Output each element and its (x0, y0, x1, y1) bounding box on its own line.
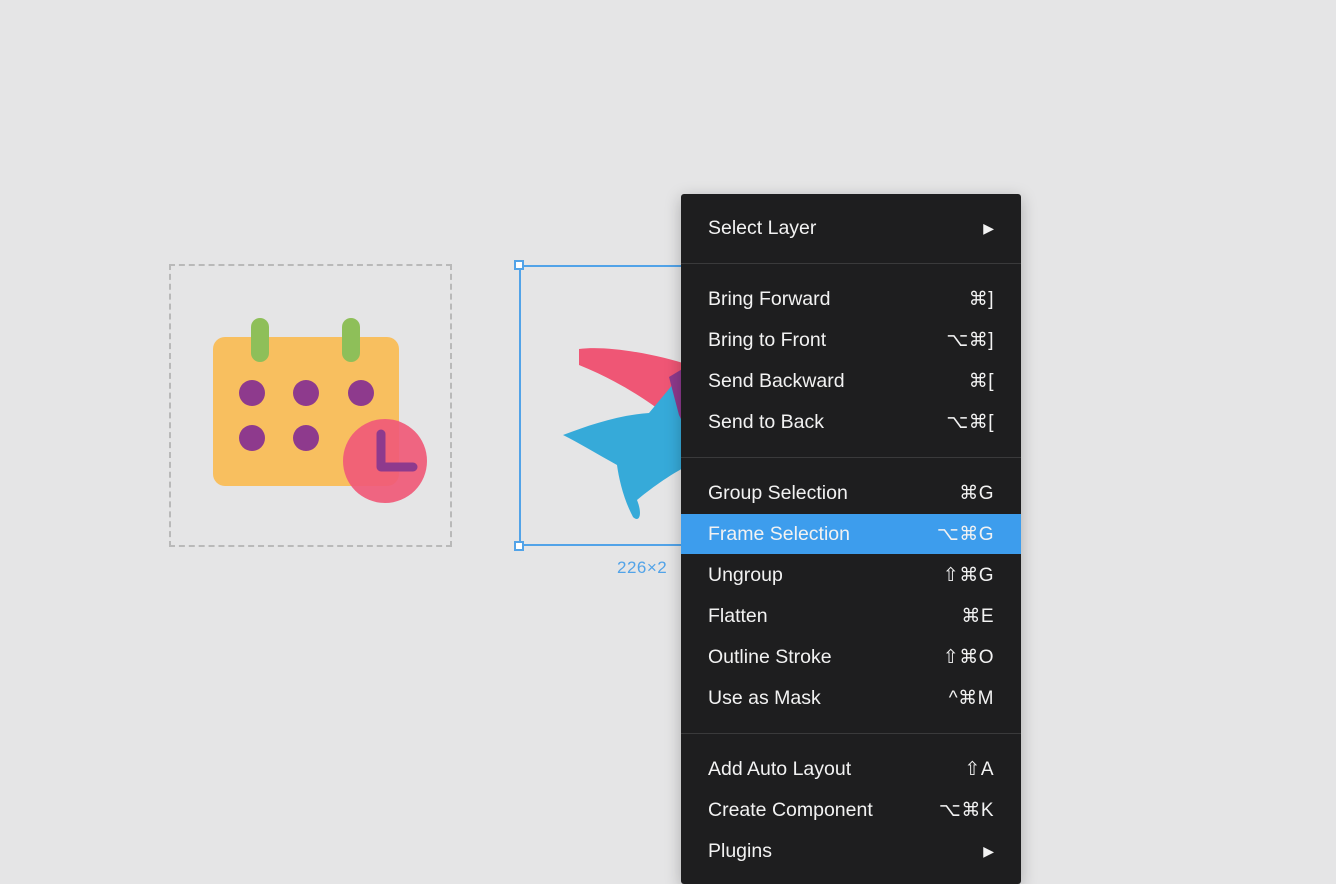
context-menu: Select Layer ▶ Bring Forward ⌘] Bring to… (681, 194, 1021, 884)
menu-item-label: Flatten (708, 604, 768, 627)
menu-item-ungroup[interactable]: Ungroup ⇧⌘G (681, 555, 1021, 595)
menu-item-label: Use as Mask (708, 686, 821, 709)
menu-item-shortcut: ⌥⌘] (946, 329, 994, 351)
resize-handle-top-left[interactable] (514, 260, 524, 270)
menu-item-label: Frame Selection (708, 522, 850, 545)
menu-divider (681, 733, 1021, 734)
menu-item-shortcut: ⇧⌘G (942, 564, 994, 586)
menu-item-label: Outline Stroke (708, 645, 832, 668)
menu-item-use-as-mask[interactable]: Use as Mask ^⌘M (681, 678, 1021, 718)
menu-item-label: Bring Forward (708, 287, 831, 310)
menu-item-shortcut: ⇧⌘O (942, 646, 994, 668)
menu-item-label: Add Auto Layout (708, 757, 852, 780)
menu-item-label: Select Layer (708, 216, 817, 239)
resize-handle-bottom-left[interactable] (514, 541, 524, 551)
menu-item-send-backward[interactable]: Send Backward ⌘[ (681, 361, 1021, 401)
calendar-clock-icon[interactable] (169, 264, 452, 547)
menu-item-send-to-back[interactable]: Send to Back ⌥⌘[ (681, 402, 1021, 442)
menu-item-plugins[interactable]: Plugins ▶ (681, 831, 1021, 871)
menu-item-select-layer[interactable]: Select Layer ▶ (681, 208, 1021, 248)
menu-item-shortcut: ⌘[ (968, 370, 994, 392)
menu-divider (681, 263, 1021, 264)
menu-item-label: Plugins (708, 839, 772, 862)
menu-item-frame-selection[interactable]: Frame Selection ⌥⌘G (681, 514, 1021, 554)
submenu-arrow-icon: ▶ (983, 219, 994, 236)
menu-item-bring-to-front[interactable]: Bring to Front ⌥⌘] (681, 320, 1021, 360)
menu-item-shortcut: ⌘] (968, 288, 994, 310)
menu-item-label: Group Selection (708, 481, 848, 504)
submenu-arrow-icon: ▶ (983, 842, 994, 859)
menu-item-label: Create Component (708, 798, 873, 821)
menu-item-bring-forward[interactable]: Bring Forward ⌘] (681, 279, 1021, 319)
menu-item-outline-stroke[interactable]: Outline Stroke ⇧⌘O (681, 637, 1021, 677)
menu-item-add-auto-layout[interactable]: Add Auto Layout ⇧A (681, 749, 1021, 789)
menu-item-shortcut: ⌘G (959, 482, 994, 504)
menu-item-shortcut: ⌥⌘G (936, 523, 994, 545)
menu-item-shortcut: ⇧A (964, 758, 994, 780)
menu-item-shortcut: ⌘E (961, 605, 994, 627)
menu-item-label: Ungroup (708, 563, 783, 586)
menu-divider (681, 457, 1021, 458)
menu-item-shortcut: ^⌘M (948, 687, 994, 709)
menu-item-group-selection[interactable]: Group Selection ⌘G (681, 473, 1021, 513)
menu-item-shortcut: ⌥⌘K (938, 799, 994, 821)
menu-item-create-component[interactable]: Create Component ⌥⌘K (681, 790, 1021, 830)
menu-item-flatten[interactable]: Flatten ⌘E (681, 596, 1021, 636)
menu-item-label: Send Backward (708, 369, 845, 392)
menu-item-shortcut: ⌥⌘[ (946, 411, 994, 433)
menu-item-label: Bring to Front (708, 328, 827, 351)
menu-item-label: Send to Back (708, 410, 824, 433)
frame-size-label: 226×2 (617, 558, 668, 577)
